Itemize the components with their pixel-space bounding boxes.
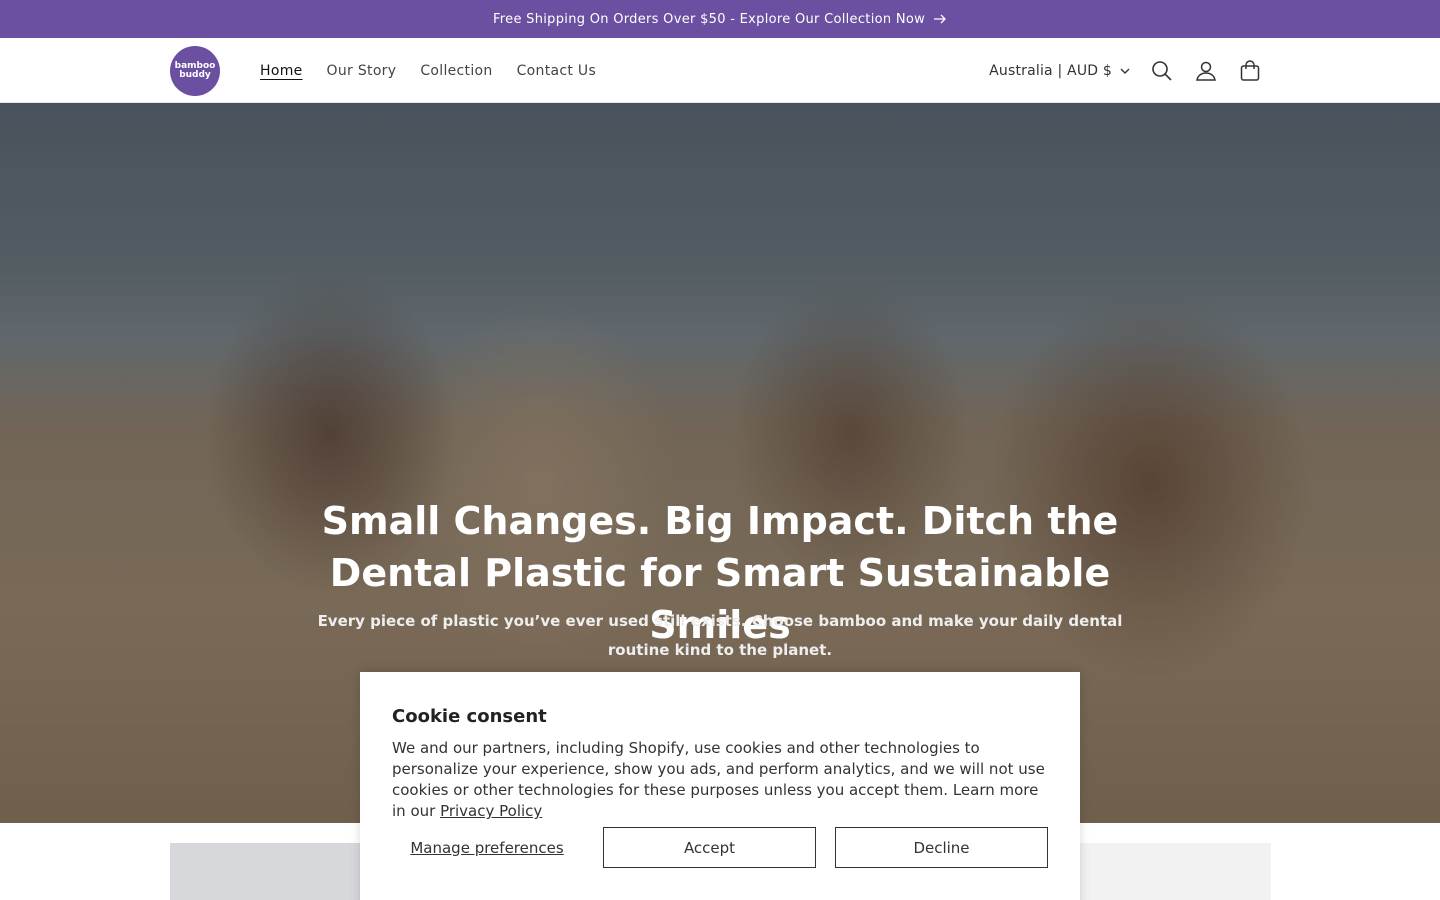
logo-line-2: buddy (179, 70, 211, 80)
accept-button[interactable]: Accept (603, 827, 816, 868)
cookie-consent-dialog: Cookie consent We and our partners, incl… (360, 672, 1080, 900)
privacy-policy-link[interactable]: Privacy Policy (440, 802, 542, 820)
nav-home[interactable]: Home (248, 63, 315, 79)
hero-subtitle: Every piece of plastic you’ve ever used … (317, 612, 1123, 659)
arrow-right-icon[interactable] (933, 14, 947, 24)
search-icon[interactable] (1140, 49, 1184, 93)
nav-collection[interactable]: Collection (408, 63, 504, 79)
header-actions: Australia | AUD $ (989, 38, 1272, 103)
announcement-bar[interactable]: Free Shipping On Orders Over $50 - Explo… (0, 0, 1440, 38)
nav-contact-us[interactable]: Contact Us (505, 63, 608, 79)
country-selector-label: Australia | AUD $ (989, 62, 1112, 79)
country-selector[interactable]: Australia | AUD $ (989, 63, 1130, 79)
cookie-title: Cookie consent (392, 706, 547, 727)
chevron-down-icon (1120, 68, 1130, 74)
main-nav: Home Our Story Collection Contact Us (248, 38, 608, 103)
site-header: bamboo buddy Home Our Story Collection C… (0, 38, 1440, 103)
account-icon[interactable] (1184, 49, 1228, 93)
nav-our-story[interactable]: Our Story (315, 63, 409, 79)
featured-image (170, 843, 370, 900)
manage-preferences-button[interactable]: Manage preferences (392, 827, 582, 868)
announcement-text[interactable]: Free Shipping On Orders Over $50 - Explo… (493, 12, 925, 27)
brand-logo[interactable]: bamboo buddy (170, 46, 220, 96)
cart-icon[interactable] (1228, 49, 1272, 93)
decline-button[interactable]: Decline (835, 827, 1048, 868)
featured-card (1060, 843, 1271, 900)
cookie-message: We and our partners, including Shopify, … (392, 738, 1052, 822)
